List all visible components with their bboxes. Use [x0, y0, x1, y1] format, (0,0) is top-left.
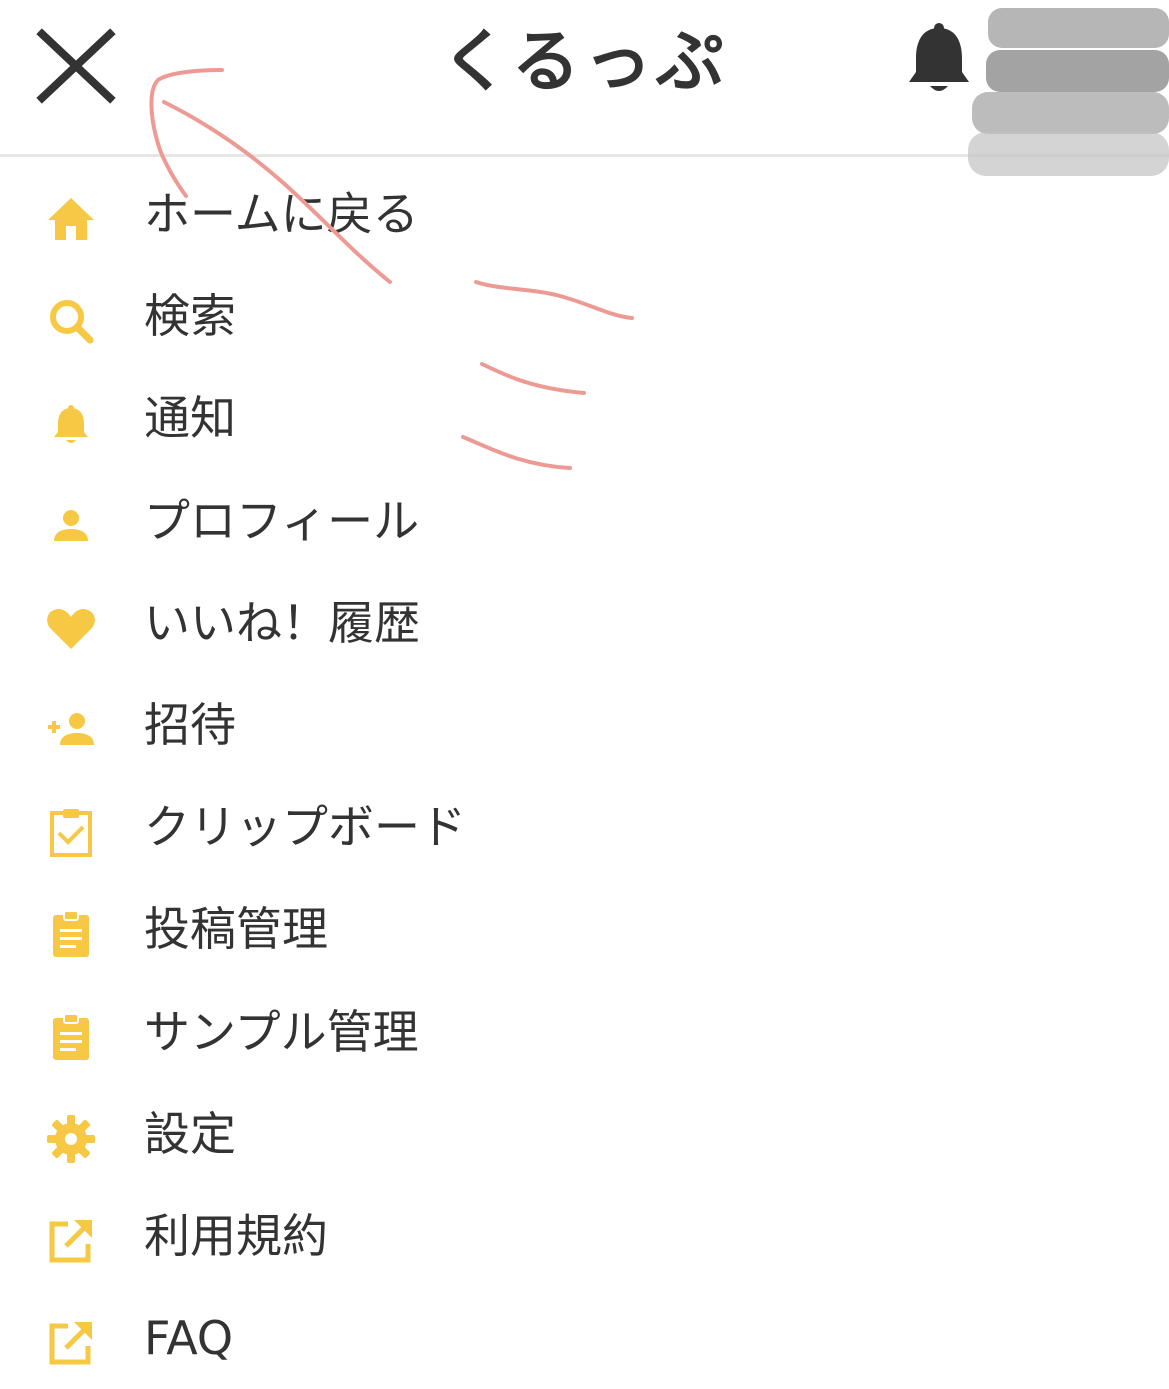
person-add-icon [44, 703, 98, 757]
external-link-icon [44, 1316, 98, 1370]
menu-item-label: サンプル管理 [144, 1004, 419, 1059]
menu-item-label: ホームに戻る [144, 187, 419, 241]
person-icon [44, 499, 98, 553]
menu-item-label: 招待 [144, 697, 236, 752]
menu-item-label: いいね！履歴 [144, 595, 420, 650]
external-link-icon [44, 1214, 98, 1268]
menu-item-notifications[interactable]: 通知 [0, 367, 1169, 469]
menu-item-label: FAQ [144, 1311, 234, 1366]
home-icon [44, 192, 98, 246]
clipboard-icon [44, 907, 98, 961]
menu-item-label: 通知 [144, 391, 236, 446]
menu-item-home[interactable]: ホームに戻る [0, 163, 1169, 265]
menu-item-faq[interactable]: FAQ [0, 1287, 1169, 1389]
menu-item-clipboard[interactable]: クリップボード [0, 776, 1169, 878]
menu-item-label: 設定 [144, 1106, 236, 1161]
notification-button[interactable] [904, 20, 974, 96]
clipboard-icon [44, 1010, 98, 1064]
menu-item-label: 利用規約 [144, 1208, 328, 1263]
menu-item-label: 投稿管理 [144, 902, 328, 957]
menu-item-invite[interactable]: 招待 [0, 674, 1169, 776]
menu-item-profile[interactable]: プロフィール [0, 470, 1169, 572]
menu-item-label: プロフィール [144, 493, 420, 548]
menu-item-terms[interactable]: 利用規約 [0, 1185, 1169, 1287]
menu-item-label: クリップボード [144, 800, 466, 855]
gear-icon [44, 1112, 98, 1166]
app-header: くるっぷ [0, 0, 1169, 176]
menu-item-label: 検索 [144, 289, 236, 344]
heart-icon [44, 601, 98, 655]
bell-icon [44, 396, 98, 450]
menu-item-like-history[interactable]: いいね！履歴 [0, 572, 1169, 674]
menu-item-search[interactable]: 検索 [0, 265, 1169, 367]
menu-item-post-management[interactable]: 投稿管理 [0, 878, 1169, 980]
clipboard-check-icon [44, 805, 98, 859]
redacted-avatar [968, 0, 1169, 180]
side-menu: ホームに戻る 検索 通知 プロフィール いいね！履歴 招待 クリップボード 投稿… [0, 163, 1169, 1389]
bell-icon[interactable] [904, 20, 974, 96]
menu-item-settings[interactable]: 設定 [0, 1083, 1169, 1185]
menu-item-sample-management[interactable]: サンプル管理 [0, 981, 1169, 1083]
search-icon [44, 294, 98, 348]
